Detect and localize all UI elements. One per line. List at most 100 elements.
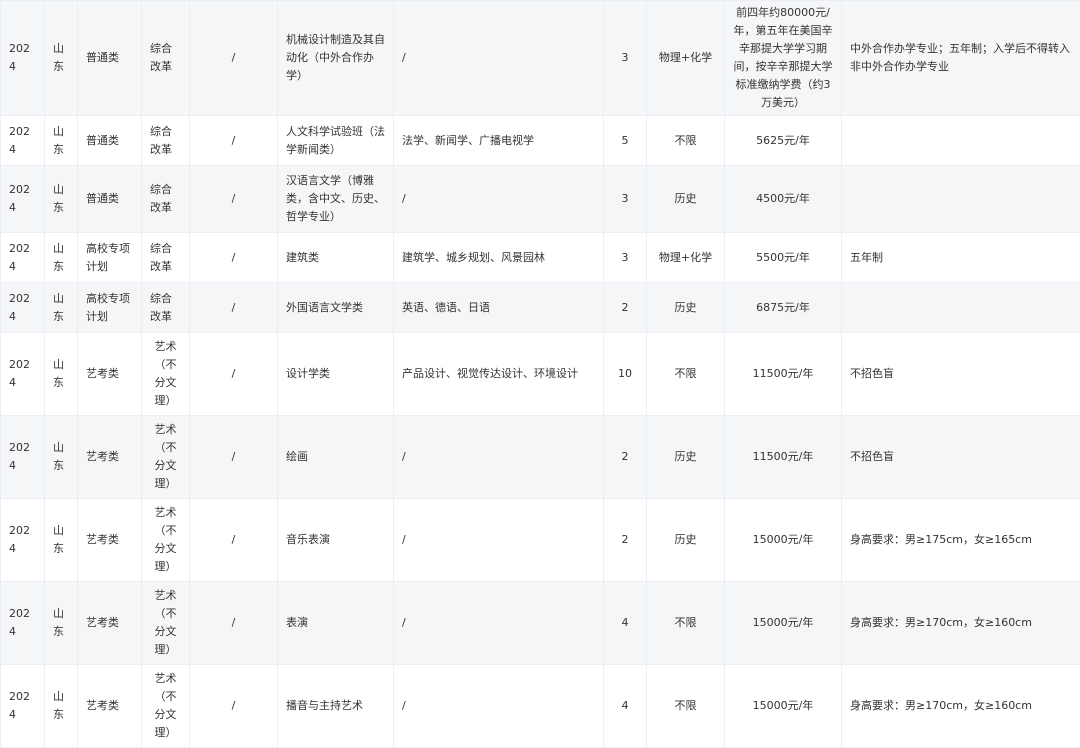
major-cell: 人文科学试验班（法学新闻类）	[278, 116, 394, 166]
plan-cell: 3	[604, 1, 647, 116]
requirement-cell: 历史	[647, 416, 725, 499]
note-cell: 身高要求：男≥170cm，女≥160cm	[842, 582, 1080, 665]
major-cell: 设计学类	[278, 333, 394, 416]
province-cell: 山东	[45, 283, 78, 333]
major-cell: 汉语言文学（博雅类，含中文、历史、哲学专业）	[278, 166, 394, 233]
batch-cell: 综合改革	[142, 1, 190, 116]
tuition-cell: 15000元/年	[725, 499, 842, 582]
province-cell: 山东	[45, 416, 78, 499]
table-row: 2024 山东 艺考类 艺术（不分文理） / 绘画 / 2 历史 11500元/…	[1, 416, 1080, 499]
plan-cell: 4	[604, 665, 647, 748]
batch-cell: 艺术（不分文理）	[142, 665, 190, 748]
major-cell: 建筑类	[278, 233, 394, 283]
major-cell: 绘画	[278, 416, 394, 499]
note-cell	[842, 283, 1080, 333]
tuition-cell: 6875元/年	[725, 283, 842, 333]
province-cell: 山东	[45, 1, 78, 116]
category-cell: 普通类	[78, 1, 142, 116]
province-cell: 山东	[45, 582, 78, 665]
table-row: 2024 山东 普通类 综合改革 / 汉语言文学（博雅类，含中文、历史、哲学专业…	[1, 166, 1080, 233]
tuition-cell: 15000元/年	[725, 665, 842, 748]
tuition-cell: 前四年约80000元/年，第五年在美国辛辛那提大学学习期间，按辛辛那提大学标准缴…	[725, 1, 842, 116]
category-cell: 艺考类	[78, 582, 142, 665]
major-cell: 音乐表演	[278, 499, 394, 582]
requirement-cell: 不限	[647, 333, 725, 416]
requirement-cell: 物理+化学	[647, 233, 725, 283]
note-cell	[842, 166, 1080, 233]
table-row: 2024 山东 艺考类 艺术（不分文理） / 音乐表演 / 2 历史 15000…	[1, 499, 1080, 582]
province-cell: 山东	[45, 233, 78, 283]
province-cell: 山东	[45, 116, 78, 166]
year-cell: 2024	[1, 582, 45, 665]
includes-cell: 英语、德语、日语	[394, 283, 604, 333]
category-cell: 艺考类	[78, 499, 142, 582]
batch-cell: 艺术（不分文理）	[142, 499, 190, 582]
subject-group-cell: /	[190, 283, 278, 333]
subject-group-cell: /	[190, 665, 278, 748]
requirement-cell: 历史	[647, 499, 725, 582]
requirement-cell: 历史	[647, 166, 725, 233]
category-cell: 高校专项计划	[78, 233, 142, 283]
subject-group-cell: /	[190, 116, 278, 166]
tuition-cell: 5625元/年	[725, 116, 842, 166]
plan-cell: 2	[604, 499, 647, 582]
year-cell: 2024	[1, 1, 45, 116]
includes-cell: /	[394, 1, 604, 116]
tuition-cell: 15000元/年	[725, 582, 842, 665]
requirement-cell: 不限	[647, 582, 725, 665]
province-cell: 山东	[45, 166, 78, 233]
batch-cell: 综合改革	[142, 166, 190, 233]
note-cell: 不招色盲	[842, 333, 1080, 416]
requirement-cell: 不限	[647, 665, 725, 748]
major-cell: 机械设计制造及其自动化（中外合作办学）	[278, 1, 394, 116]
year-cell: 2024	[1, 166, 45, 233]
tuition-cell: 4500元/年	[725, 166, 842, 233]
year-cell: 2024	[1, 116, 45, 166]
note-cell	[842, 116, 1080, 166]
category-cell: 艺考类	[78, 416, 142, 499]
includes-cell: 产品设计、视觉传达设计、环境设计	[394, 333, 604, 416]
category-cell: 艺考类	[78, 333, 142, 416]
requirement-cell: 不限	[647, 116, 725, 166]
table-row: 2024 山东 高校专项计划 综合改革 / 建筑类 建筑学、城乡规划、风景园林 …	[1, 233, 1080, 283]
includes-cell: 建筑学、城乡规划、风景园林	[394, 233, 604, 283]
category-cell: 高校专项计划	[78, 283, 142, 333]
table-row: 2024 山东 普通类 综合改革 / 机械设计制造及其自动化（中外合作办学） /…	[1, 1, 1080, 116]
note-cell: 身高要求：男≥175cm，女≥165cm	[842, 499, 1080, 582]
subject-group-cell: /	[190, 582, 278, 665]
subject-group-cell: /	[190, 416, 278, 499]
tuition-cell: 5500元/年	[725, 233, 842, 283]
note-cell: 中外合作办学专业；五年制；入学后不得转入非中外合作办学专业	[842, 1, 1080, 116]
note-cell: 不招色盲	[842, 416, 1080, 499]
note-cell: 身高要求：男≥170cm，女≥160cm	[842, 665, 1080, 748]
year-cell: 2024	[1, 665, 45, 748]
plan-cell: 4	[604, 582, 647, 665]
includes-cell: /	[394, 166, 604, 233]
includes-cell: /	[394, 665, 604, 748]
province-cell: 山东	[45, 333, 78, 416]
subject-group-cell: /	[190, 333, 278, 416]
tuition-cell: 11500元/年	[725, 333, 842, 416]
year-cell: 2024	[1, 416, 45, 499]
subject-group-cell: /	[190, 1, 278, 116]
batch-cell: 艺术（不分文理）	[142, 416, 190, 499]
table-row: 2024 山东 艺考类 艺术（不分文理） / 播音与主持艺术 / 4 不限 15…	[1, 665, 1080, 748]
major-cell: 表演	[278, 582, 394, 665]
requirement-cell: 历史	[647, 283, 725, 333]
plan-cell: 5	[604, 116, 647, 166]
admission-plan-table: 2024 山东 普通类 综合改革 / 机械设计制造及其自动化（中外合作办学） /…	[0, 0, 1080, 748]
includes-cell: 法学、新闻学、广播电视学	[394, 116, 604, 166]
batch-cell: 综合改革	[142, 233, 190, 283]
note-cell: 五年制	[842, 233, 1080, 283]
table-row: 2024 山东 艺考类 艺术（不分文理） / 表演 / 4 不限 15000元/…	[1, 582, 1080, 665]
plan-cell: 3	[604, 166, 647, 233]
table-row: 2024 山东 艺考类 艺术（不分文理） / 设计学类 产品设计、视觉传达设计、…	[1, 333, 1080, 416]
year-cell: 2024	[1, 499, 45, 582]
batch-cell: 综合改革	[142, 283, 190, 333]
tuition-cell: 11500元/年	[725, 416, 842, 499]
year-cell: 2024	[1, 233, 45, 283]
year-cell: 2024	[1, 333, 45, 416]
subject-group-cell: /	[190, 233, 278, 283]
batch-cell: 艺术（不分文理）	[142, 582, 190, 665]
province-cell: 山东	[45, 665, 78, 748]
